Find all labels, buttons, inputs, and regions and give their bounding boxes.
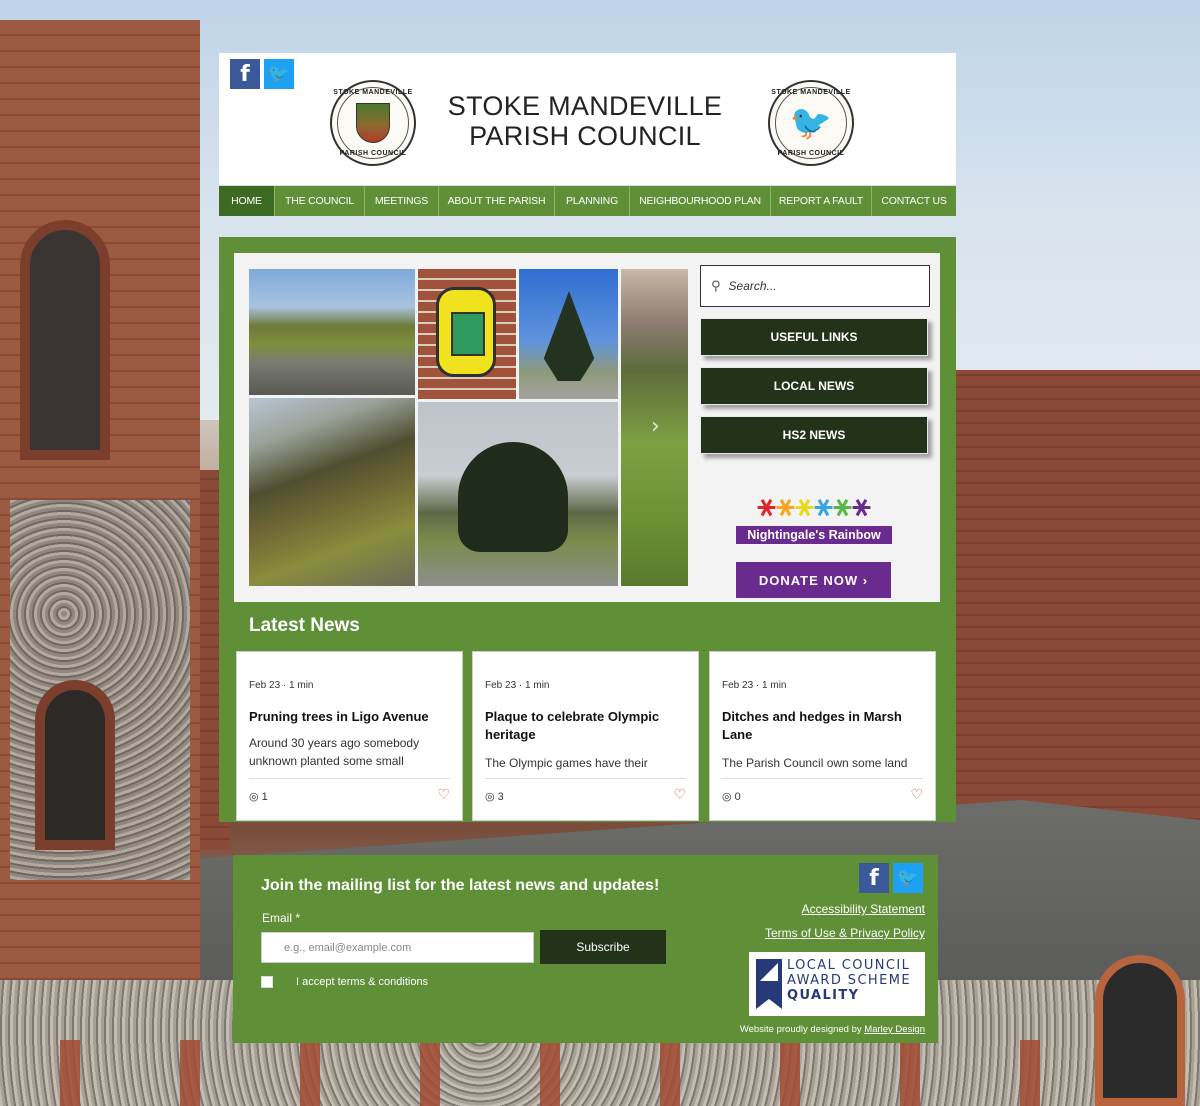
post-excerpt: Around 30 years ago somebody unknown pla…	[249, 736, 420, 768]
mailing-list-title: Join the mailing list for the latest new…	[261, 877, 660, 894]
news-card[interactable]: Feb 23 · 1 min Pruning trees in Ligo Ave…	[236, 651, 463, 821]
donate-now-button[interactable]: DONATE NOW ›	[736, 562, 891, 598]
heart-icon[interactable]: ♡	[910, 787, 923, 803]
nav-about-the-parish[interactable]: ABOUT THE PARISH	[439, 186, 555, 216]
site-title-line2: PARISH COUNCIL	[469, 121, 701, 151]
parish-crest-logo: STOKE MANDEVILLE PARISH COUNCIL	[330, 80, 416, 166]
nav-planning[interactable]: PLANNING	[555, 186, 630, 216]
nav-report-a-fault[interactable]: REPORT A FAULT	[771, 186, 872, 216]
gallery-photo-road-works[interactable]	[249, 269, 415, 395]
nav-neighbourhood-plan[interactable]: NEIGHBOURHOOD PLAN	[630, 186, 771, 216]
post-excerpt: The Olympic games have their	[485, 756, 648, 770]
eye-icon: ◎	[485, 791, 495, 803]
blackbird-crest-logo: STOKE MANDEVILLE 🐦 PARISH COUNCIL	[768, 80, 854, 166]
footer-social-links: f 🐦	[859, 863, 923, 893]
person-icon: ⚹	[795, 488, 814, 523]
hs2-news-button[interactable]: HS2 NEWS	[700, 416, 928, 454]
accessibility-statement-link[interactable]: Accessibility Statement	[802, 902, 925, 916]
twitter-icon[interactable]: 🐦	[264, 59, 294, 89]
heart-icon[interactable]: ♡	[437, 787, 450, 803]
eye-icon: ◎	[249, 791, 259, 803]
gallery-photo-defibrillator[interactable]	[418, 269, 516, 399]
site-credit: Website proudly designed by Marley Desig…	[739, 1024, 925, 1035]
nav-contact-us[interactable]: CONTACT US	[872, 186, 956, 216]
gallery-photo-hedge[interactable]	[249, 398, 415, 586]
news-card[interactable]: Feb 23 · 1 min Ditches and hedges in Mar…	[709, 651, 936, 821]
site-footer: Join the mailing list for the latest new…	[233, 855, 938, 1043]
accept-terms-checkbox[interactable]	[261, 976, 273, 988]
post-views: ◎ 0	[722, 791, 741, 803]
twitter-icon[interactable]: 🐦	[893, 863, 923, 893]
nav-the-council[interactable]: THE COUNCIL	[275, 186, 365, 216]
header-social-links: f 🐦	[230, 59, 294, 89]
sidebar: ⚲ USEFUL LINKS LOCAL NEWS HS2 NEWS ⚹ ⚹ ⚹…	[700, 265, 930, 598]
person-icon: ⚹	[776, 488, 795, 523]
site-header: f 🐦 STOKE MANDEVILLE PARISH COUNCIL STOK…	[219, 53, 956, 185]
post-title[interactable]: Plaque to celebrate Olympic heritage	[485, 708, 685, 744]
post-meta: Feb 23 · 1 min	[249, 680, 314, 691]
email-field[interactable]	[261, 932, 534, 963]
chevron-right-icon[interactable]: ›	[651, 414, 660, 439]
feature-box: › ⚲ USEFUL LINKS LOCAL NEWS HS2 NEWS ⚹ ⚹…	[234, 253, 940, 602]
marley-design-link[interactable]: Marley Design	[864, 1024, 925, 1035]
site-title[interactable]: STOKE MANDEVILLE PARISH COUNCIL	[432, 91, 738, 151]
heart-icon[interactable]: ♡	[673, 787, 686, 803]
useful-links-button[interactable]: USEFUL LINKS	[700, 318, 928, 356]
post-title[interactable]: Pruning trees in Ligo Avenue	[249, 708, 449, 726]
main-content-panel: › ⚲ USEFUL LINKS LOCAL NEWS HS2 NEWS ⚹ ⚹…	[219, 237, 956, 822]
rainbow-figures: ⚹ ⚹ ⚹ ⚹ ⚹ ⚹	[736, 487, 892, 525]
post-views: ◎ 1	[249, 791, 268, 803]
search-input[interactable]	[728, 279, 909, 293]
nightingales-rainbow-logo[interactable]: ⚹ ⚹ ⚹ ⚹ ⚹ ⚹ Nightingale's Rainbow	[736, 487, 892, 544]
news-posts: Feb 23 · 1 min Pruning trees in Ligo Ave…	[236, 651, 939, 821]
accept-terms-label: I accept terms & conditions	[296, 976, 429, 988]
facebook-icon[interactable]: f	[230, 59, 260, 89]
post-title[interactable]: Ditches and hedges in Marsh Lane	[722, 708, 922, 744]
gallery-photo-trees-street[interactable]	[418, 402, 618, 586]
site-title-line1: STOKE MANDEVILLE	[447, 91, 723, 121]
local-news-button[interactable]: LOCAL NEWS	[700, 367, 928, 405]
subscribe-button[interactable]: Subscribe	[540, 930, 666, 964]
news-card[interactable]: Feb 23 · 1 min Plaque to celebrate Olymp…	[472, 651, 699, 821]
person-icon: ⚹	[814, 488, 833, 523]
person-icon: ⚹	[852, 488, 871, 523]
nav-home[interactable]: HOME	[219, 186, 275, 216]
person-icon: ⚹	[757, 488, 776, 523]
main-nav: HOME THE COUNCIL MEETINGS ABOUT THE PARI…	[219, 186, 956, 216]
terms-privacy-link[interactable]: Terms of Use & Privacy Policy	[765, 926, 925, 940]
person-icon: ⚹	[833, 488, 852, 523]
nav-meetings[interactable]: MEETINGS	[365, 186, 439, 216]
search-icon: ⚲	[711, 278, 721, 294]
latest-news-heading: Latest News	[249, 615, 360, 636]
post-meta: Feb 23 · 1 min	[485, 680, 550, 691]
email-label: Email *	[262, 911, 301, 925]
post-excerpt: The Parish Council own some land	[722, 756, 908, 770]
local-council-award-badge: LOCAL COUNCIL AWARD SCHEME QUALITY	[749, 952, 925, 1016]
rainbow-label: Nightingale's Rainbow	[736, 526, 892, 544]
post-views: ◎ 3	[485, 791, 504, 803]
eye-icon: ◎	[722, 791, 732, 803]
accept-terms: I accept terms & conditions	[261, 976, 428, 988]
photo-gallery[interactable]: ›	[249, 269, 688, 586]
post-meta: Feb 23 · 1 min	[722, 680, 787, 691]
facebook-icon[interactable]: f	[859, 863, 889, 893]
gallery-photo-green[interactable]: ›	[621, 269, 688, 586]
search-box[interactable]: ⚲	[700, 265, 930, 307]
gallery-photo-tree-sky[interactable]	[519, 269, 618, 399]
award-logo-icon	[756, 959, 782, 1009]
